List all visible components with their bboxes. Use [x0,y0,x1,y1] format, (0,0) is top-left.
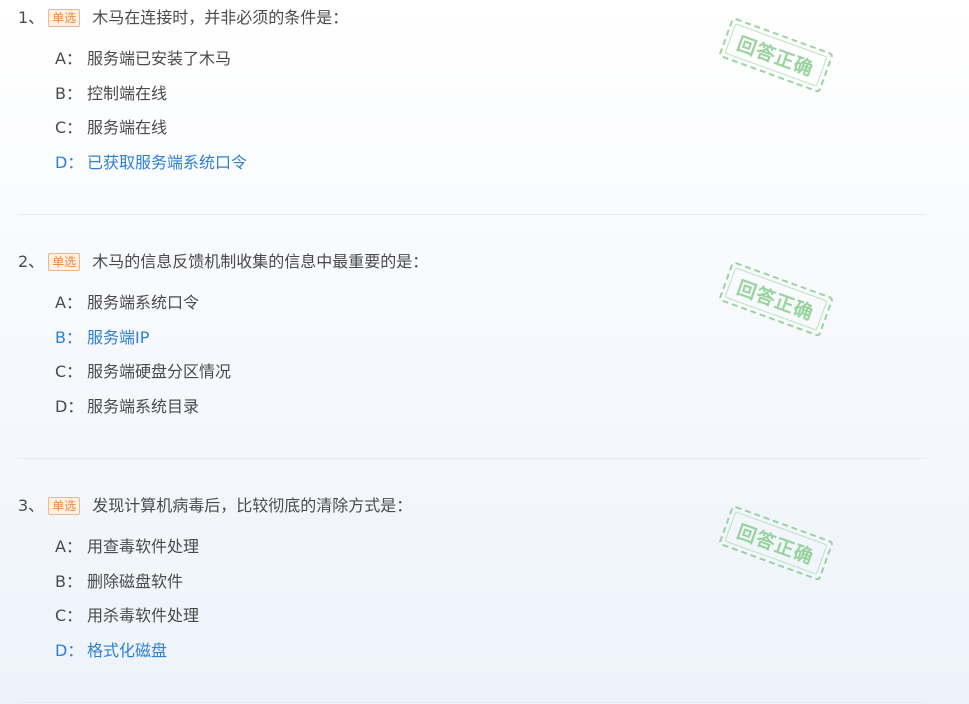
option-c[interactable]: C： 用杀毒软件处理 [55,599,199,634]
question-card-3: 3、 单选 发现计算机病毒后，比较彻底的清除方式是： A： 用查毒软件处理 B：删… [18,488,926,704]
option-text: 用杀毒软件处理 [87,606,200,626]
quiz-review-page: 1、 单选 木马在连接时，并非必须的条件是： A： 服务端已安装了木马 B： 控制端… [0,0,969,704]
option-text: 服务端在线 [87,118,168,138]
question-title: 1、 单选 木马在连接时，并非必须的条件是： [18,8,348,28]
option-text: 服务端已安装了木马 [87,49,232,68]
question-text: 木马在连接时，并非必须的条件是： [92,8,349,27]
option-key: C： [55,362,83,382]
question-card-1: 1、 单选 木马在连接时，并非必须的条件是： A： 服务端已安装了木马 B： 控制端… [18,0,926,244]
option-a[interactable]: A： 服务端系统口令 [55,286,231,321]
option-c[interactable]: C： 服务端在线 [55,111,247,146]
option-d[interactable]: D： 格式化磁盘 [55,634,199,669]
option-a[interactable]: A： 用查毒软件处理 [55,530,199,565]
question-text: 木马的信息反馈机制收集的信息中最重要的是： [92,252,429,271]
option-key: B： [55,327,82,347]
divider [18,702,926,703]
option-key: C： [55,606,83,626]
divider [18,214,926,215]
question-title: 3、 单选 发现计算机病毒后，比较彻底的清除方式是： [18,496,412,516]
single-choice-badge: 单选 [48,9,81,27]
option-c[interactable]: C： 服务端硬盘分区情况 [55,355,231,390]
option-b[interactable]: B： 控制端在线 [55,77,247,112]
option-key: B： [55,571,82,591]
option-key: A： [55,293,82,312]
option-key: A： [55,537,82,556]
option-text: 格式化磁盘 [87,641,168,661]
option-text: 服务端硬盘分区情况 [87,362,232,382]
option-key: D： [55,397,84,417]
single-choice-badge: 单选 [48,497,81,515]
option-key: A： [55,49,82,68]
question-number: 1、 [18,8,45,27]
option-text: 用查毒软件处理 [87,537,200,556]
option-b[interactable]: B： 删除磁盘软件 [55,565,199,600]
option-b[interactable]: B： 服务端IP [55,321,231,356]
option-text: 已获取服务端系统口令 [87,153,248,173]
question-title: 2、 单选 木马的信息反馈机制收集的信息中最重要的是： [18,252,428,272]
single-choice-badge: 单选 [48,253,81,271]
question-card-2: 2、 单选 木马的信息反馈机制收集的信息中最重要的是： A： 服务端系统口令 B：… [18,244,926,488]
option-d[interactable]: D： 服务端系统目录 [55,390,231,425]
options-list: A： 用查毒软件处理 B： 删除磁盘软件 C： 用杀毒软件处理 D： 格式化磁盘 [55,530,199,669]
options-list: A： 服务端已安装了木马 B： 控制端在线 C： 服务端在线 D： 已获取服务端系统口令 [55,42,247,181]
option-text: 控制端在线 [87,83,168,103]
option-a[interactable]: A： 服务端已安装了木马 [55,42,247,77]
option-key: C： [55,118,83,138]
option-key: B： [55,83,82,103]
option-text: 删除磁盘软件 [87,571,184,591]
answer-correct-stamp: 回答正确 [718,504,834,582]
options-list: A： 服务端系统口令 B： 服务端IP C： 服务端硬盘分区情况 D： 服务端系统目录 [55,286,231,425]
divider [18,458,926,459]
option-text: 服务端系统口令 [87,293,200,312]
option-key: D： [55,641,84,661]
question-number: 3、 [18,496,45,515]
option-text: 服务端IP [87,327,150,347]
option-key: D： [55,153,84,173]
question-text: 发现计算机病毒后，比较彻底的清除方式是： [92,496,413,515]
question-number: 2、 [18,252,45,271]
answer-correct-stamp: 回答正确 [718,16,834,94]
option-text: 服务端系统目录 [87,397,200,417]
answer-correct-stamp: 回答正确 [718,260,834,338]
option-d[interactable]: D： 已获取服务端系统口令 [55,146,247,181]
